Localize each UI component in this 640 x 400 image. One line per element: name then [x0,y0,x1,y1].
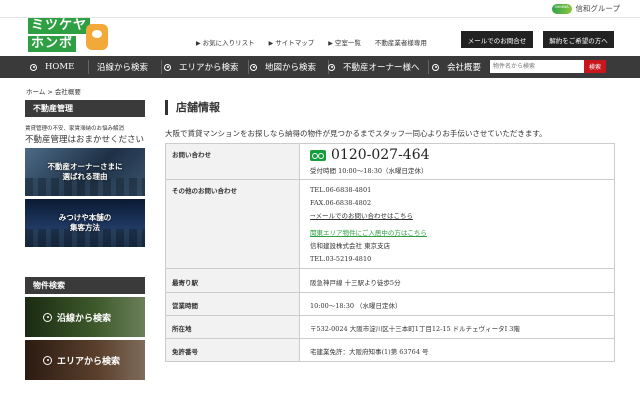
row-label: 営業時間 [165,292,300,316]
logo-line2: ホンポ [28,36,77,52]
circle-bullet-icon [328,63,335,71]
lead-text: 大阪で賃貸マンションをお探しなら納得の物件が見つかるまでスタッフ一同心よりお手伝… [165,129,547,138]
group-logo-label: 信和グループ [575,4,620,13]
other-tel: TEL.06-6838-4801 [310,186,372,194]
banner-label: 沿線から検索 [57,313,112,324]
nav-item-company[interactable]: 会社概要 [432,56,481,78]
banner-line: 集客方法 [70,223,100,232]
breadcrumb: ホーム > 会社概要 [26,88,81,96]
sidebar-heading-search: 物件検索 [25,277,145,294]
main-content: 店舗情報 大阪で賃貸マンションをお探しなら納得の物件が見つかるまでスタッフ一同心… [165,100,615,362]
header-link-label: サイトマップ [275,39,315,47]
row-label: 最寄り駅 [165,268,300,293]
header-links: ▶ お気に入りリスト ▶ サイトマップ ▶ 空室一覧 不動産業者様専用 [196,37,427,47]
sidebar-desc: 賃貸管理の不安、家賃滞納のお悩み解消 [25,126,125,132]
arrow-icon: ▶ [196,40,201,47]
header-link-favorites[interactable]: ▶ お気に入りリスト [196,37,255,47]
group-logo-mark-text: SHINWA [554,4,569,9]
header-link-label: お気に入りリスト [202,39,255,47]
circle-bullet-icon [30,63,37,71]
nav-divider [161,60,162,74]
group-logo-mark: SHINWA [552,3,573,14]
row-value: 〒532-0024 大阪市淀川区十三本町1丁目12-15 ドルチェヴィータⅠ 3… [299,315,615,339]
main-nav: HOME 沿線から検索 エリアから検索 地図から検索 不動産オーナー様へ 会社概… [0,56,640,78]
top-bar: SHINWA 信和グループ [0,0,640,18]
page-title: 店舗情報 [165,100,615,115]
inquiry-hours: 受付時間 10:00～18:30（水曜日定休） [310,167,428,175]
nav-item-line-search[interactable]: 沿線から検索 [86,56,148,78]
tokyo-branch-name: 信和建設株式会社 東京支店 [310,242,391,250]
header-link-label: 空室一覧 [334,39,361,47]
freedial-icon [310,149,326,161]
tokyo-branch-tel: TEL.03-5219-4810 [310,255,372,263]
mascot-icon [86,24,108,50]
mail-inquiry-link[interactable]: →メールでのお問い合わせはこちら [310,210,604,223]
nav-item-label: 不動産オーナー様へ [343,63,420,73]
nav-item-label: 地図から検索 [265,63,317,73]
table-row: 最寄り駅 阪急神戸線 十三駅より徒歩5分 [165,268,615,293]
banner-text: 不動産オーナーさまに 選ばれる理由 [48,162,123,182]
line-search-banner[interactable]: 沿線から検索 [25,297,145,337]
row-label: 所在地 [165,315,300,339]
header-link-agents[interactable]: 不動産業者様専用 [375,37,427,47]
table-row: お問い合わせ 0120-027-464 受付時間 10:00～18:30（水曜日… [165,143,615,180]
table-row: 免許番号 宅建業免許：大阪府知事(1)第 63764 号 [165,338,615,362]
banner-text: みつけや本舗の 集客方法 [59,213,112,233]
nav-item-owners[interactable]: 不動産オーナー様へ [328,56,420,78]
site-header: ミツケヤ ホンポ ▶ お気に入りリスト ▶ サイトマップ ▶ 空室一覧 不動産業者様専… [0,18,640,54]
nav-item-home[interactable]: HOME [30,56,74,78]
table-row: 所在地 〒532-0024 大阪市淀川区十三本町1丁目12-15 ドルチェヴィー… [165,315,615,339]
marketing-method-banner[interactable]: みつけや本舗の 集客方法 [25,199,145,247]
row-value: 宅建業免許：大阪府知事(1)第 63764 号 [299,338,615,362]
nav-item-map-search[interactable]: 地図から検索 [250,56,316,78]
arrow-icon: ▶ [268,40,274,47]
freecall-number[interactable]: 0120-027-464 [310,147,604,163]
row-label: その他のお問い合わせ [165,179,300,269]
search-button[interactable]: 検索 [584,60,606,73]
table-row: その他のお問い合わせ TEL.06-6838-4801 FAX.06-6838-… [165,179,615,269]
row-label: 免許番号 [165,338,300,362]
property-search-input[interactable] [490,60,584,73]
header-link-sitemap[interactable]: ▶ サイトマップ [269,37,315,47]
circle-bullet-icon [250,63,257,71]
nav-item-label: HOME [45,62,75,72]
site-logo[interactable]: ミツケヤ ホンポ [28,18,108,52]
banner-line: 選ばれる理由 [62,172,108,181]
kanto-residents-link[interactable]: 関東エリア物件にご入居中の方はこちら [310,227,604,240]
logo-line1: ミツケヤ [28,18,91,34]
circle-bullet-icon [43,312,52,322]
table-row: 営業時間 10:00～18:30 （水曜日定休） [165,292,615,316]
banner-label: エリアから検索 [57,356,121,367]
mail-contact-button[interactable]: メールでのお問合せ [461,31,533,48]
group-logo[interactable]: SHINWA 信和グループ [552,3,620,14]
nav-divider [248,60,249,74]
area-search-banner[interactable]: エリアから検索 [25,340,145,380]
circle-bullet-icon [432,63,439,71]
sidebar-tagline: 不動産管理はおまかせください [25,135,145,145]
row-value: 10:00～18:30 （水曜日定休） [299,292,615,316]
nav-item-area-search[interactable]: エリアから検索 [164,56,239,78]
cancellation-button[interactable]: 解約をご希望の方へ [543,31,614,48]
row-value: 阪急神戸線 十三駅より徒歩5分 [299,268,615,293]
sidebar-heading-management: 不動産管理 [25,100,145,117]
header-link-vacancy[interactable]: ▶ 空室一覧 [328,37,361,47]
nav-divider [428,60,429,74]
row-label: お問い合わせ [165,143,300,180]
nav-item-label: エリアから検索 [179,63,239,73]
banner-line: みつけや本舗の [58,213,112,222]
owner-reasons-banner[interactable]: 不動産オーナーさまに 選ばれる理由 [25,148,145,196]
nav-item-label: 会社概要 [447,63,482,73]
row-value: 0120-027-464 受付時間 10:00～18:30（水曜日定休） [299,143,615,180]
nav-item-label: 沿線から検索 [97,63,149,73]
freecall-tel: 0120-027-464 [331,147,430,163]
store-info-table: お問い合わせ 0120-027-464 受付時間 10:00～18:30（水曜日… [165,143,615,362]
arrow-icon: ▶ [328,40,333,47]
other-fax: FAX.06-6838-4802 [310,199,372,207]
circle-bullet-icon [43,355,52,365]
sidebar: 不動産管理 賃貸管理の不安、家賃滞納のお悩み解消 不動産管理はおまかせください … [25,100,145,380]
banner-line: 不動産オーナーさまに [47,162,123,171]
row-value: TEL.06-6838-4801 FAX.06-6838-4802 →メールでの… [299,179,615,269]
circle-bullet-icon [164,63,171,71]
